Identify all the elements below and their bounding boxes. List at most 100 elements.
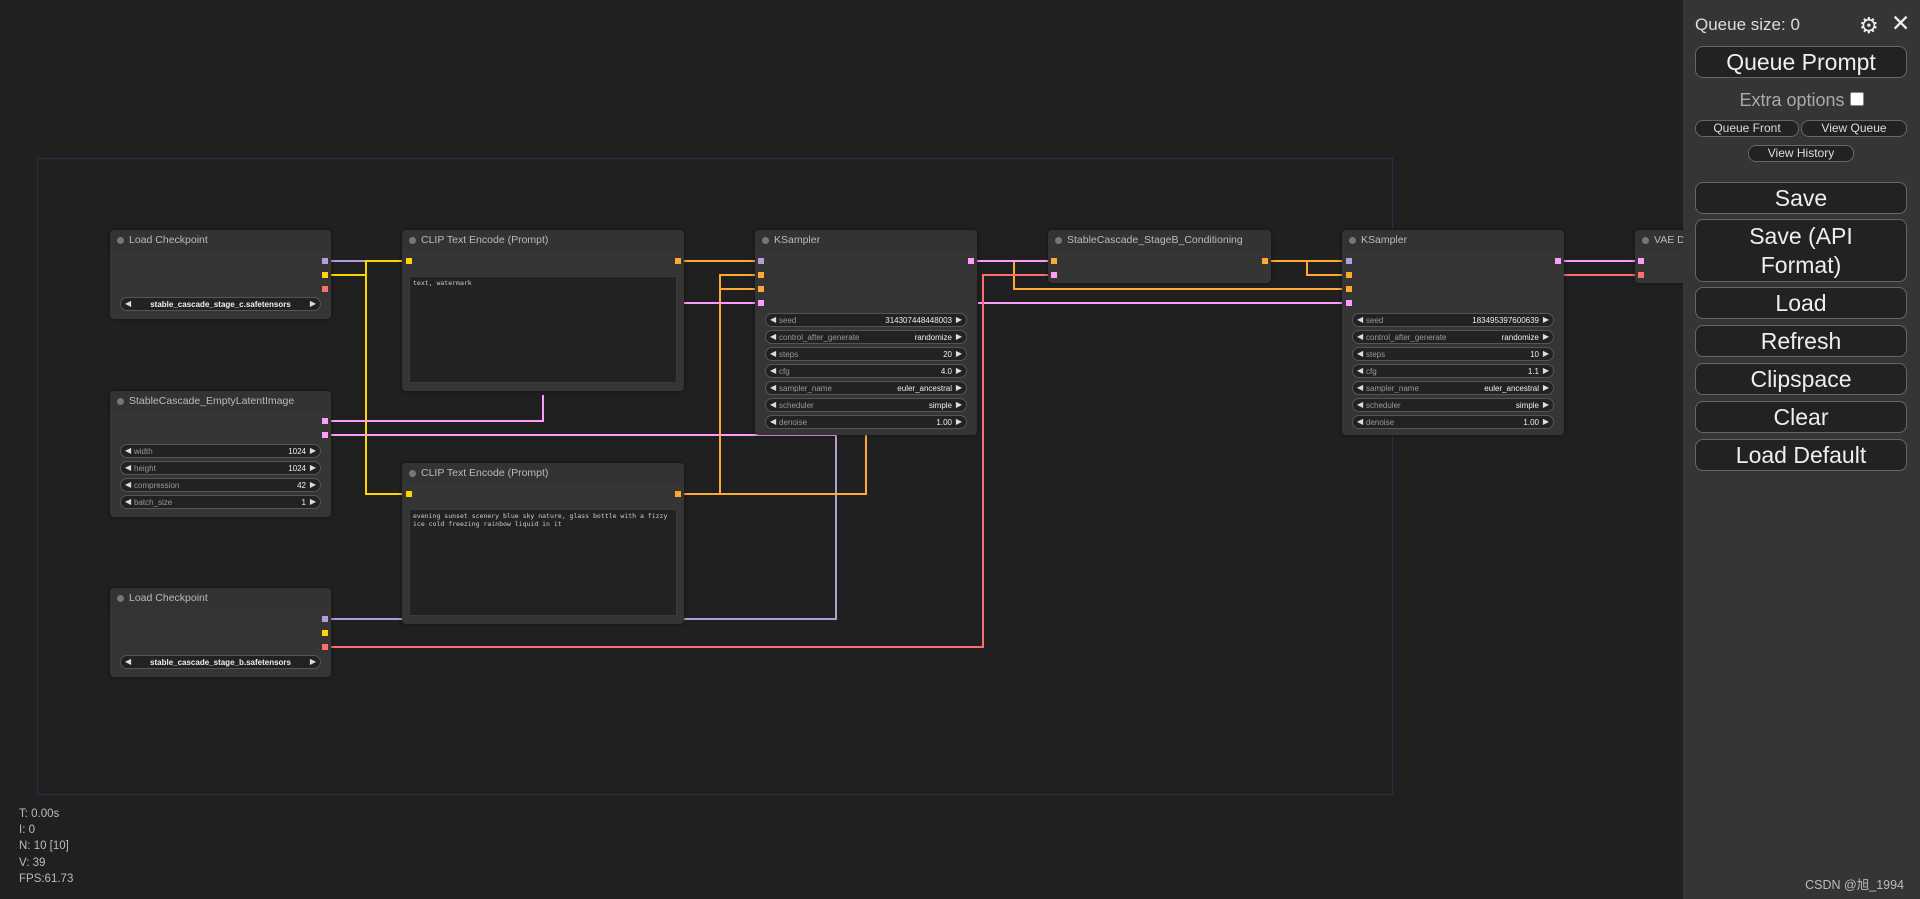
slot-latent-out-ks2[interactable] — [1555, 258, 1561, 264]
slot-clip-out[interactable] — [322, 272, 328, 278]
arrow-left-icon[interactable]: ◀ — [770, 400, 776, 409]
arrow-left-icon[interactable]: ◀ — [1357, 383, 1363, 392]
arrow-right-icon[interactable]: ▶ — [1543, 349, 1549, 358]
load-button[interactable]: Load — [1695, 287, 1907, 319]
arrow-right-icon[interactable]: ▶ — [310, 463, 316, 472]
widget-sampler-name[interactable]: ◀ sampler_name euler_ancestral ▶ — [765, 381, 967, 395]
widget-compression[interactable]: ◀ compression 42 ▶ — [120, 478, 321, 492]
widget-steps[interactable]: ◀ steps 20 ▶ — [765, 347, 967, 361]
arrow-right-icon[interactable]: ▶ — [956, 383, 962, 392]
slot-model-in[interactable] — [758, 258, 764, 264]
ckpt-name-combo[interactable]: ◀ stable_cascade_stage_c.safetensors ▶ — [120, 297, 321, 311]
arrow-left-icon[interactable]: ◀ — [770, 349, 776, 358]
slot-latent-in-2[interactable] — [1346, 300, 1352, 306]
widget-control-after-generate[interactable]: ◀ control_after_generate randomize ▶ — [765, 330, 967, 344]
slot-latent-in[interactable] — [758, 300, 764, 306]
slot-negative-in[interactable] — [758, 286, 764, 292]
node-ksampler-stage-c[interactable]: KSampler ◀ seed 314307448448003 ▶ ◀ control_a… — [755, 230, 977, 435]
slot-model-in-2[interactable] — [1346, 258, 1352, 264]
node-clip-text-encode-negative[interactable]: CLIP Text Encode (Prompt) text, watermar… — [402, 230, 684, 391]
widget-seed[interactable]: ◀ seed 183495397600639 ▶ — [1352, 313, 1554, 327]
arrow-left-icon[interactable]: ◀ — [125, 480, 131, 489]
slot-cond-in[interactable] — [1051, 258, 1057, 264]
arrow-left-icon[interactable]: ◀ — [1357, 332, 1363, 341]
arrow-right-icon[interactable]: ▶ — [310, 657, 316, 666]
clipspace-button[interactable]: Clipspace — [1695, 363, 1907, 395]
gear-icon[interactable]: ⚙ — [1859, 13, 1879, 39]
arrow-left-icon[interactable]: ◀ — [770, 315, 776, 324]
arrow-right-icon[interactable]: ▶ — [1543, 332, 1549, 341]
slot-clip-out-b[interactable] — [322, 630, 328, 636]
arrow-left-icon[interactable]: ◀ — [1357, 417, 1363, 426]
slot-cond-out-2[interactable] — [675, 491, 681, 497]
widget-batch-size[interactable]: ◀ batch_size 1 ▶ — [120, 495, 321, 509]
prompt-textarea[interactable]: text, watermark — [409, 276, 677, 383]
slot-model-out-b[interactable] — [322, 616, 328, 622]
arrow-left-icon[interactable]: ◀ — [125, 446, 131, 455]
arrow-right-icon[interactable]: ▶ — [956, 417, 962, 426]
slot-vae-out[interactable] — [322, 286, 328, 292]
node-empty-latent-image[interactable]: StableCascade_EmptyLatentImage ◀ width 102… — [110, 391, 331, 517]
slot-latent-out-ks1[interactable] — [968, 258, 974, 264]
widget-denoise[interactable]: ◀ denoise 1.00 ▶ — [1352, 415, 1554, 429]
widget-width[interactable]: ◀ width 1024 ▶ — [120, 444, 321, 458]
arrow-right-icon[interactable]: ▶ — [1543, 315, 1549, 324]
widget-cfg[interactable]: ◀ cfg 1.1 ▶ — [1352, 364, 1554, 378]
widget-cfg[interactable]: ◀ cfg 4.0 ▶ — [765, 364, 967, 378]
clear-button[interactable]: Clear — [1695, 401, 1907, 433]
slot-cond-out-b[interactable] — [1262, 258, 1268, 264]
arrow-left-icon[interactable]: ◀ — [1357, 400, 1363, 409]
arrow-right-icon[interactable]: ▶ — [310, 497, 316, 506]
arrow-right-icon[interactable]: ▶ — [956, 315, 962, 324]
slot-latent-out[interactable] — [322, 418, 328, 424]
view-history-button[interactable]: View History — [1748, 145, 1854, 162]
arrow-left-icon[interactable]: ◀ — [1357, 315, 1363, 324]
close-icon[interactable]: ✕ — [1891, 10, 1910, 37]
node-ksampler-stage-b[interactable]: KSampler ◀ seed 183495397600639 ▶ ◀ control_a… — [1342, 230, 1564, 435]
slot-positive-in[interactable] — [758, 272, 764, 278]
node-clip-text-encode-positive[interactable]: CLIP Text Encode (Prompt) evening sunset… — [402, 463, 684, 624]
refresh-button[interactable]: Refresh — [1695, 325, 1907, 357]
slot-clip-in-2[interactable] — [406, 491, 412, 497]
view-queue-button[interactable]: View Queue — [1801, 120, 1907, 137]
extra-options-checkbox[interactable] — [1849, 92, 1864, 106]
arrow-right-icon[interactable]: ▶ — [1543, 400, 1549, 409]
load-default-button[interactable]: Load Default — [1695, 439, 1907, 471]
arrow-right-icon[interactable]: ▶ — [310, 446, 316, 455]
arrow-left-icon[interactable]: ◀ — [770, 366, 776, 375]
node-load-checkpoint-b[interactable]: Load Checkpoint ◀ stable_cascade_stage_b… — [110, 588, 331, 677]
widget-sampler-name[interactable]: ◀ sampler_name euler_ancestral ▶ — [1352, 381, 1554, 395]
slot-stagec-in[interactable] — [1051, 272, 1057, 278]
widget-control-after-generate[interactable]: ◀ control_after_generate randomize ▶ — [1352, 330, 1554, 344]
node-load-checkpoint-c[interactable]: Load Checkpoint ◀ stable_cascade_stage_c… — [110, 230, 331, 319]
slot-negative-in-2[interactable] — [1346, 286, 1352, 292]
slot-positive-in-2[interactable] — [1346, 272, 1352, 278]
arrow-left-icon[interactable]: ◀ — [770, 383, 776, 392]
arrow-right-icon[interactable]: ▶ — [956, 400, 962, 409]
widget-scheduler[interactable]: ◀ scheduler simple ▶ — [765, 398, 967, 412]
arrow-left-icon[interactable]: ◀ — [125, 463, 131, 472]
arrow-left-icon[interactable]: ◀ — [1357, 366, 1363, 375]
ckpt-name-combo[interactable]: ◀ stable_cascade_stage_b.safetensors ▶ — [120, 655, 321, 669]
arrow-left-icon[interactable]: ◀ — [1357, 349, 1363, 358]
queue-front-button[interactable]: Queue Front — [1695, 120, 1799, 137]
arrow-right-icon[interactable]: ▶ — [956, 332, 962, 341]
save-button[interactable]: Save — [1695, 182, 1907, 214]
widget-seed[interactable]: ◀ seed 314307448448003 ▶ — [765, 313, 967, 327]
slot-latent-out-2[interactable] — [322, 432, 328, 438]
widget-scheduler[interactable]: ◀ scheduler simple ▶ — [1352, 398, 1554, 412]
arrow-left-icon[interactable]: ◀ — [125, 497, 131, 506]
arrow-right-icon[interactable]: ▶ — [956, 349, 962, 358]
arrow-right-icon[interactable]: ▶ — [310, 299, 316, 308]
arrow-right-icon[interactable]: ▶ — [956, 366, 962, 375]
prompt-textarea[interactable]: evening sunset scenery blue sky nature, … — [409, 509, 677, 616]
arrow-right-icon[interactable]: ▶ — [1543, 383, 1549, 392]
queue-prompt-button[interactable]: Queue Prompt — [1695, 46, 1907, 78]
slot-cond-out[interactable] — [675, 258, 681, 264]
slot-vae-out-b[interactable] — [322, 644, 328, 650]
graph-canvas[interactable]: Load Checkpoint ◀ stable_cascade_stage_c… — [0, 0, 1683, 899]
arrow-left-icon[interactable]: ◀ — [770, 332, 776, 341]
widget-steps[interactable]: ◀ steps 10 ▶ — [1352, 347, 1554, 361]
slot-clip-in[interactable] — [406, 258, 412, 264]
node-stageb-conditioning[interactable]: StableCascade_StageB_Conditioning — [1048, 230, 1271, 283]
